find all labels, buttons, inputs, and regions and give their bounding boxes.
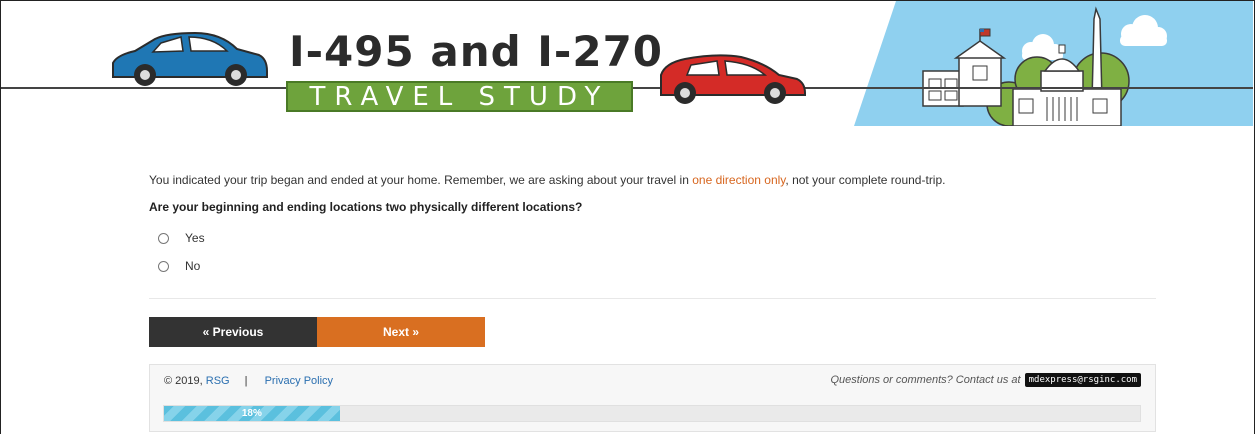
footer-left: © 2019, RSG | Privacy Policy: [164, 375, 333, 387]
option-yes-label: Yes: [185, 231, 205, 245]
next-button[interactable]: Next »: [317, 317, 485, 347]
study-subtitle: TRAVEL STUDY: [286, 81, 633, 112]
intro-text-before: You indicated your trip began and ended …: [149, 173, 693, 187]
blue-car-icon: [112, 31, 268, 86]
contact-email[interactable]: mdexpress@rsginc.com: [1024, 373, 1141, 387]
intro-text-after: , not your complete round-trip.: [785, 173, 946, 187]
question-text: Are your beginning and ending locations …: [149, 200, 583, 214]
intro-highlight: one direction only: [692, 173, 786, 187]
header-banner: I-495 and I-270 TRAVEL STUDY: [1, 1, 1253, 126]
footer: © 2019, RSG | Privacy Policy Questions o…: [149, 364, 1156, 432]
progress-label: 18%: [241, 408, 262, 419]
option-yes[interactable]: Yes: [158, 230, 205, 246]
option-no-label: No: [185, 259, 201, 273]
option-no[interactable]: No: [158, 258, 200, 274]
red-car-icon: [660, 54, 806, 104]
flag-icon: [979, 28, 991, 37]
contact-text: Questions or comments? Contact us at: [830, 374, 1021, 386]
footer-contact: Questions or comments? Contact us at mde…: [830, 373, 1141, 387]
radio-no[interactable]: [158, 260, 169, 272]
rsg-link[interactable]: RSG: [206, 375, 230, 387]
radio-yes[interactable]: [158, 232, 169, 244]
divider: [149, 298, 1156, 299]
privacy-policy-link[interactable]: Privacy Policy: [265, 375, 333, 387]
copyright-text: © 2019,: [164, 375, 203, 387]
question-intro: You indicated your trip began and ended …: [149, 173, 945, 187]
footer-separator: |: [244, 375, 248, 387]
study-title: I-495 and I-270: [289, 27, 664, 76]
progress-bar: 18%: [163, 405, 1141, 422]
previous-button[interactable]: « Previous: [149, 317, 317, 347]
